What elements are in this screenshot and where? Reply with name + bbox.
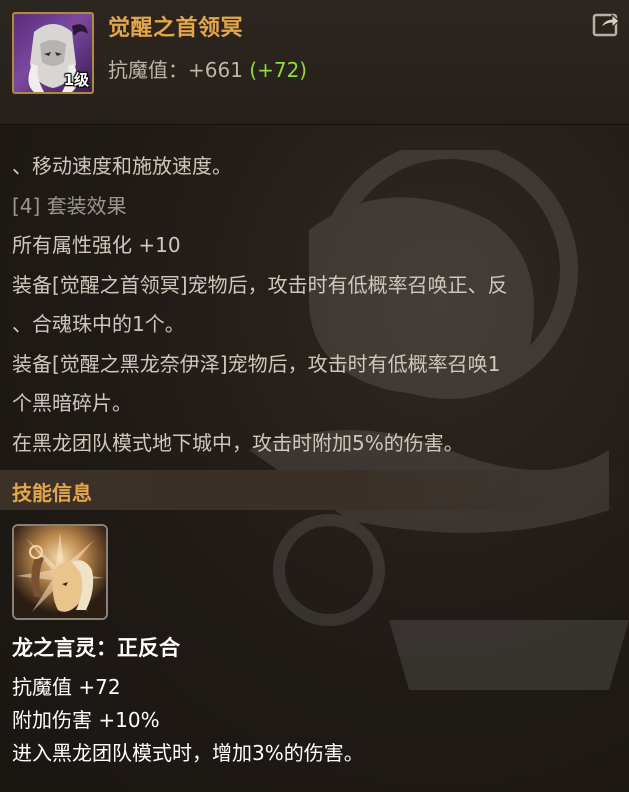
- stat-bonus: (+72): [249, 58, 308, 82]
- description-line: 所有属性强化 +10: [12, 233, 181, 257]
- item-header: 1级 觉醒之首领冥 抗魔值：+661 (+72): [0, 0, 629, 125]
- description-line: 个黑暗碎片。: [12, 391, 132, 415]
- stat-value: +661: [188, 58, 243, 82]
- skill-stat-line: 进入黑龙团队模式时，增加3%的伤害。: [12, 741, 364, 765]
- skill-artwork: [14, 526, 106, 618]
- set-effect-heading: [4] 套装效果: [12, 193, 127, 218]
- tooltip-panel: 1级 觉醒之首领冥 抗魔值：+661 (+72) 、移动速度和施放速度。 [4]…: [0, 0, 629, 792]
- share-icon: [592, 13, 620, 37]
- skill-stats: 抗魔值 +72 附加伤害 +10% 进入黑龙团队模式时，增加3%的伤害。: [12, 671, 364, 770]
- skill-icon[interactable]: [12, 524, 108, 620]
- description-line: 在黑龙团队模式地下城中，攻击时附加5%的伤害。: [12, 430, 464, 455]
- section-title: 技能信息: [12, 481, 92, 505]
- level-badge: 1级: [63, 71, 89, 89]
- description-line: 、移动速度和施放速度。: [12, 154, 232, 178]
- description-line: 装备[觉醒之首领冥]宠物后，攻击时有低概率召唤正、反: [12, 272, 508, 297]
- pet-avatar-icon: 1级: [12, 12, 94, 94]
- skill-stat-line: 附加伤害 +10%: [12, 708, 160, 732]
- skill-section-header: 技能信息: [0, 470, 629, 510]
- item-stat-line: 抗魔值：+661 (+72): [108, 54, 307, 83]
- item-description: 、移动速度和施放速度。 [4] 套装效果 所有属性强化 +10 装备[觉醒之首领…: [12, 147, 612, 463]
- skill-stat-line: 抗魔值 +72: [12, 675, 121, 699]
- description-line: 、合魂珠中的1个。: [12, 312, 185, 336]
- description-line: 装备[觉醒之黑龙奈伊泽]宠物后，攻击时有低概率召唤1: [12, 351, 501, 376]
- skill-name: 龙之言灵：正反合: [12, 636, 180, 660]
- item-name: 觉醒之首领冥: [108, 16, 244, 41]
- share-button[interactable]: [591, 10, 621, 40]
- stat-label: 抗魔值：: [108, 58, 188, 82]
